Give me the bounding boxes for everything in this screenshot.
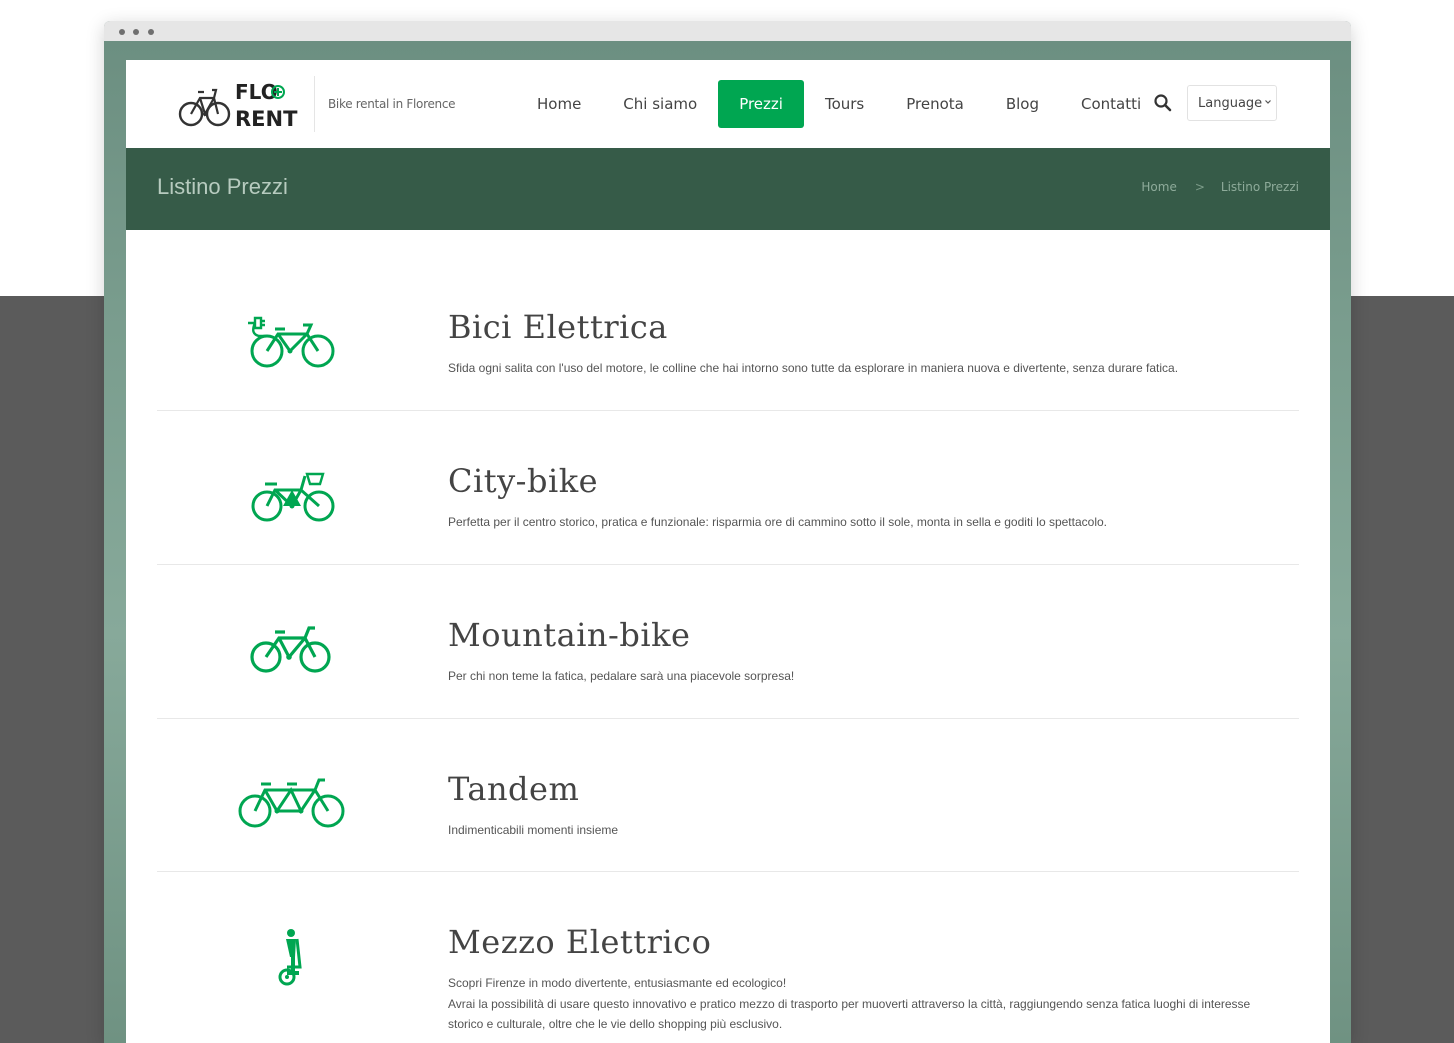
product-description-line1: Scopri Firenze in modo divertente, entus… <box>448 976 787 990</box>
chevron-down-icon <box>1265 100 1271 104</box>
language-select[interactable]: Language <box>1187 85 1277 121</box>
browser-window: FLO RENT Bike rental in Florence Home Ch… <box>104 21 1351 1043</box>
product-title: Mountain-bike <box>448 616 691 654</box>
window-dot-icon <box>119 29 125 35</box>
product-title: Mezzo Elettrico <box>448 923 712 961</box>
product-row-mountain-bike: Mountain-bike Per chi non teme la fatica… <box>157 558 1299 711</box>
browser-titlebar <box>104 21 1351 41</box>
nav-item-home[interactable]: Home <box>516 80 602 128</box>
language-label: Language <box>1198 96 1263 111</box>
breadcrumb: Home > Listino Prezzi <box>1141 180 1299 194</box>
breadcrumb-current: Listino Prezzi <box>1220 180 1299 194</box>
logo-text-rent: RENT <box>235 107 298 131</box>
logo-divider <box>314 76 315 132</box>
nav-item-prezzi[interactable]: Prezzi <box>718 80 804 128</box>
window-dot-icon <box>133 29 139 35</box>
product-description: Sfida ogni salita con l'uso del motore, … <box>448 361 1179 375</box>
nav-item-chi-siamo[interactable]: Chi siamo <box>602 80 718 128</box>
site-logo[interactable]: FLO RENT <box>178 78 308 134</box>
product-row-segway: Mezzo Elettrico Scopri Firenze in modo d… <box>157 865 1299 1031</box>
nav-item-prenota[interactable]: Prenota <box>885 80 985 128</box>
product-description: Perfetta per il centro storico, pratica … <box>448 515 1107 529</box>
product-description: Per chi non teme la fatica, pedalare sar… <box>448 669 795 683</box>
site-header: FLO RENT Bike rental in Florence Home Ch… <box>126 60 1330 148</box>
search-button[interactable] <box>1152 92 1174 114</box>
product-title: Tandem <box>448 770 580 808</box>
window-dot-icon <box>148 29 154 35</box>
product-description-line2: Avrai la possibilità di usare questo inn… <box>448 997 1251 1031</box>
webpage: FLO RENT Bike rental in Florence Home Ch… <box>126 60 1330 1043</box>
product-row-city-bike: City-bike Perfetta per il centro storico… <box>157 404 1299 557</box>
segway-icon <box>278 929 302 986</box>
city-bike-icon <box>251 472 335 522</box>
product-row-electric-bike: Bici Elettrica Sfida ogni salita con l'u… <box>157 250 1299 403</box>
main-nav: Home Chi siamo Prezzi Tours Prenota Blog… <box>516 80 1162 128</box>
site-tagline: Bike rental in Florence <box>328 97 456 111</box>
tandem-bike-icon <box>238 778 345 828</box>
product-title: City-bike <box>448 462 599 500</box>
bicycle-logo-icon: FLO RENT <box>178 80 298 131</box>
product-row-tandem: Tandem Indimenticabili momenti insieme <box>157 712 1299 865</box>
breadcrumb-separator: > <box>1194 180 1205 194</box>
breadcrumb-home-link[interactable]: Home <box>1141 180 1176 194</box>
electric-bike-icon <box>248 316 335 368</box>
nav-item-tours[interactable]: Tours <box>804 80 885 128</box>
nav-item-contatti[interactable]: Contatti <box>1060 80 1162 128</box>
product-description: Indimenticabili momenti insieme <box>448 823 619 837</box>
mountain-bike-icon <box>250 626 331 673</box>
page-title-band: Listino Prezzi Home > Listino Prezzi <box>126 148 1330 230</box>
product-title: Bici Elettrica <box>448 308 668 346</box>
page-title: Listino Prezzi <box>157 174 288 199</box>
search-icon <box>1154 94 1172 112</box>
nav-item-blog[interactable]: Blog <box>985 80 1060 128</box>
